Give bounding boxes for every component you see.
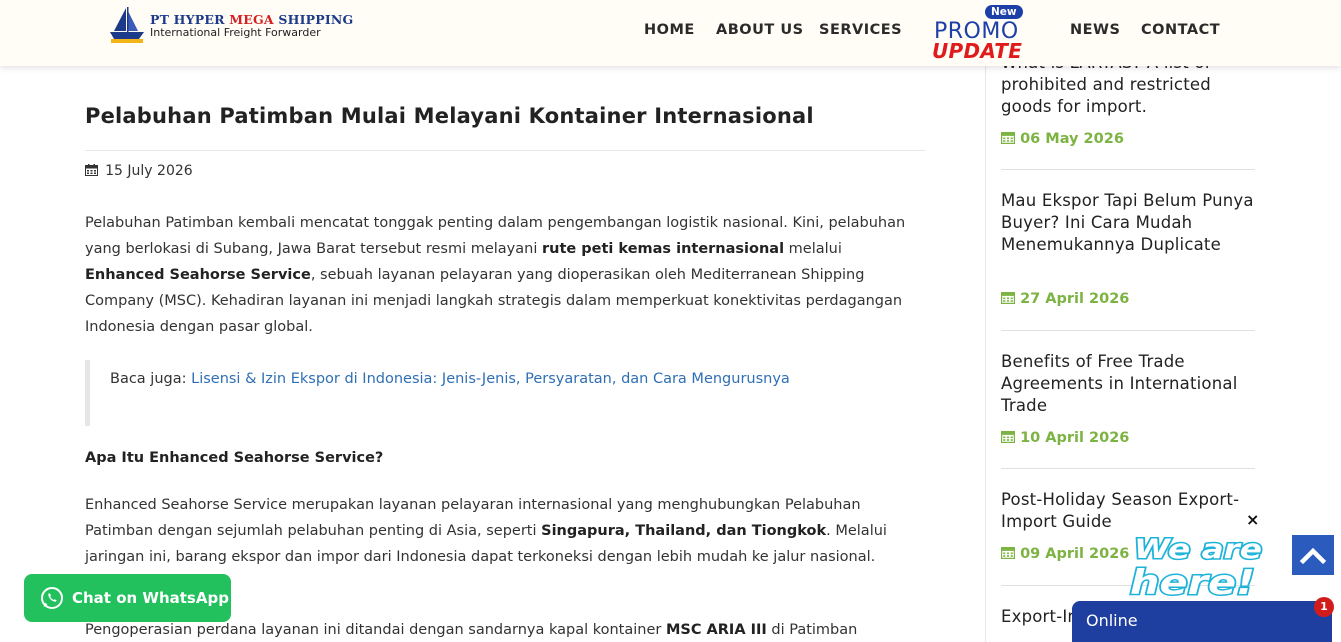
nav-services[interactable]: SERVICES (819, 22, 902, 38)
sidebar-divider-rule (1001, 169, 1255, 170)
unread-count-badge: 1 (1314, 597, 1334, 617)
nav-promo-update[interactable]: New PROMO UPDATE (930, 5, 1040, 63)
sidebar-post-title[interactable]: Benefits of Free Trade Agreements in Int… (1001, 351, 1255, 417)
nav-home[interactable]: HOME (644, 22, 695, 38)
sidebar-divider-rule (1001, 468, 1255, 469)
nav-contact[interactable]: CONTACT (1141, 22, 1220, 38)
title-divider (85, 150, 925, 151)
article-paragraph-1: Pelabuhan Patimban kembali mencatat tong… (85, 215, 906, 335)
calendar-icon (1000, 431, 1016, 444)
sidebar-divider-rule (1001, 330, 1255, 331)
new-badge: New (985, 5, 1023, 19)
whatsapp-label: Chat on WhatsApp (72, 589, 229, 607)
article-title: Pelabuhan Patimban Mulai Melayani Kontai… (85, 104, 814, 128)
article-paragraph-2: Enhanced Seahorse Service merupakan laya… (85, 497, 887, 565)
online-status-label: Online (1086, 611, 1138, 630)
sidebar-post[interactable]: What is LARTAS? A list of prohibited and… (1000, 52, 1255, 157)
sidebar-post[interactable]: Benefits of Free Trade Agreements in Int… (1000, 351, 1255, 456)
read-also-quote: Baca juga: Lisensi & Izin Ekspor di Indo… (85, 360, 925, 426)
nav-news[interactable]: NEWS (1070, 22, 1120, 38)
site-header: PT HYPER MEGA SHIPPING International Fre… (0, 0, 1341, 66)
nav-about-us[interactable]: ABOUT US (716, 22, 804, 38)
sidebar-post-title[interactable]: Post-Holiday Season Export-Import Guide (1001, 489, 1255, 533)
calendar-icon (85, 164, 102, 179)
live-chat-bar[interactable]: Online (1072, 601, 1332, 642)
scroll-to-top-button[interactable] (1292, 535, 1334, 575)
sidebar-post-date: 06 May 2026 (1000, 131, 1124, 147)
we-are-here-lettering: We are here! (1129, 533, 1264, 605)
main-nav: HOME ABOUT US SERVICES NEWS CONTACT (0, 22, 1341, 42)
we-are-here-graphic: We are here! (1122, 528, 1272, 605)
sidebar-post-title[interactable]: Mau Ekspor Tapi Belum Punya Buyer? Ini C… (1001, 190, 1255, 256)
whatsapp-icon (41, 587, 63, 609)
read-also-label: Baca juga: (110, 371, 192, 387)
whatsapp-chat-button[interactable]: Chat on WhatsApp (24, 574, 231, 622)
chevron-up-icon (1299, 547, 1327, 565)
we-are-text: We are (1134, 534, 1262, 565)
sidebar-post[interactable]: Mau Ekspor Tapi Belum Punya Buyer? Ini C… (1000, 190, 1255, 315)
read-also-link[interactable]: Lisensi & Izin Ekspor di Indonesia: Jeni… (191, 371, 790, 387)
calendar-icon (1000, 132, 1016, 145)
article-date-text: 15 July 2026 (105, 163, 193, 179)
update-label: UPDATE (932, 39, 1023, 63)
close-chat-bubble-button[interactable]: × (1246, 510, 1259, 529)
calendar-icon (1000, 547, 1016, 560)
sidebar-divider (985, 66, 986, 642)
sidebar-post-date: 09 April 2026 (1000, 546, 1129, 562)
section-heading: Apa Itu Enhanced Seahorse Service? (85, 450, 384, 466)
calendar-icon (1000, 292, 1016, 305)
article-date: 15 July 2026 (85, 163, 193, 179)
sidebar-post-date: 10 April 2026 (1000, 430, 1129, 446)
sidebar-post-date: 27 April 2026 (1000, 291, 1129, 307)
svg-text:here!: here! (1130, 563, 1255, 602)
